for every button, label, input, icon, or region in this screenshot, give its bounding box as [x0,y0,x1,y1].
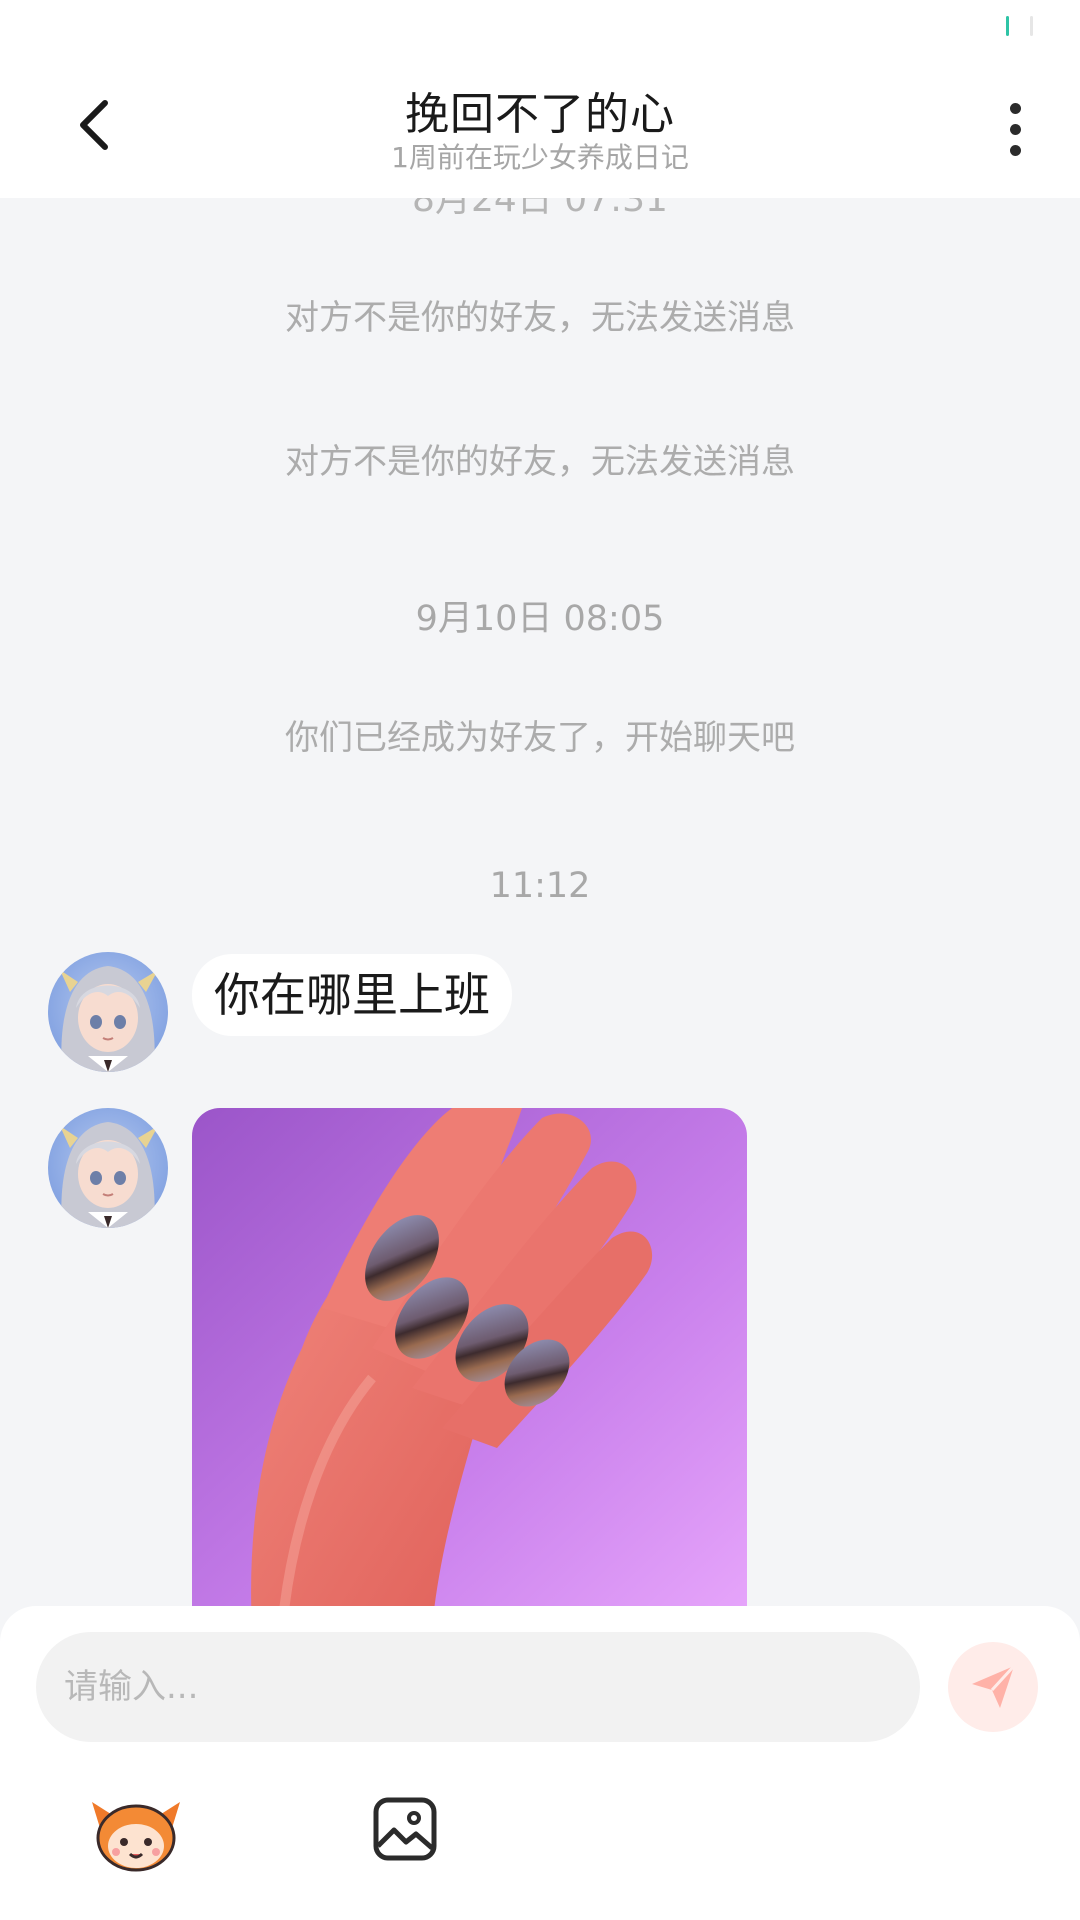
anime-girl-avatar [48,1108,168,1228]
image-icon [373,1797,437,1861]
friend-notice: 你们已经成为好友了，开始聊天吧 [285,718,795,758]
status-indicator-faint [1030,16,1033,36]
system-message: 对方不是你的好友，无法发送消息 [285,442,795,482]
message-bubble[interactable]: 你在哪里上班 [192,954,512,1036]
more-options-button[interactable] [990,94,1040,164]
image-picker-button[interactable] [372,1796,438,1862]
timestamp: 9月10日 08:05 [415,599,665,639]
more-dot [1009,144,1021,156]
avatar[interactable] [48,952,168,1072]
input-panel [0,1606,1080,1920]
timestamp-cutoff: 8月24日 07:31 [412,198,668,220]
status-indicator [1006,16,1009,36]
system-message: 对方不是你的好友，无法发送消息 [285,298,795,338]
page-title: 挽回不了的心 [405,89,675,140]
image-message[interactable] [192,1108,747,1608]
nail-art-photo [192,1108,747,1608]
mascot-emoji-icon [92,1802,180,1872]
message-list[interactable]: 8月24日 07:31 对方不是你的好友，无法发送消息 对方不是你的好友，无法发… [0,198,1080,1608]
page-subtitle: 1周前在玩少女养成日记 [391,141,689,174]
more-vertical-icon [1009,102,1021,114]
message-input[interactable] [36,1632,920,1742]
emoji-button[interactable] [90,1794,182,1874]
timestamp: 11:12 [489,866,591,906]
anime-girl-avatar [48,952,168,1072]
chat-header: 挽回不了的心 1周前在玩少女养成日记 [0,54,1080,198]
more-dot [1009,123,1021,135]
status-bar [0,0,1080,54]
chat-screen: 挽回不了的心 1周前在玩少女养成日记 8月24日 07:31 对方不是你的好友，… [0,0,1080,1920]
send-button[interactable] [948,1642,1038,1732]
avatar[interactable] [48,1108,168,1228]
paper-plane-icon [972,1664,1016,1708]
